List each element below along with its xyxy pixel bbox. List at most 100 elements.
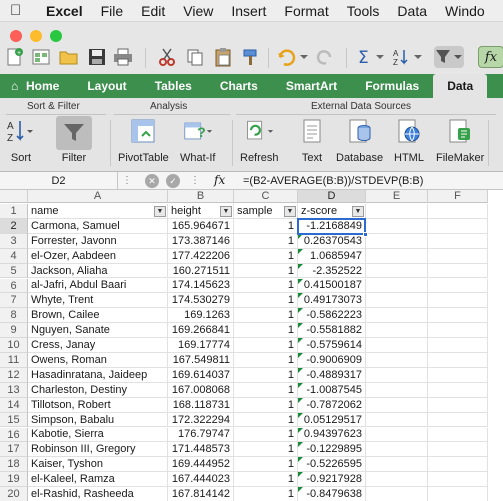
sort-button[interactable]: AZ Sort bbox=[6, 116, 36, 164]
table-cell[interactable]: -0.5759614 bbox=[298, 338, 366, 353]
row-header[interactable]: 8 bbox=[0, 308, 28, 324]
table-cell[interactable]: 1 bbox=[234, 323, 298, 339]
table-cell[interactable]: 1 bbox=[234, 442, 298, 458]
html-button[interactable]: HTML bbox=[394, 116, 424, 164]
table-cell[interactable]: Whyte, Trent bbox=[28, 293, 168, 309]
table-cell[interactable]: 1 bbox=[234, 293, 298, 309]
menu-data[interactable]: Data bbox=[397, 3, 427, 19]
table-cell[interactable]: 169.17774 bbox=[168, 338, 234, 353]
table-cell[interactable]: 174.530279 bbox=[168, 293, 234, 309]
menu-tools[interactable]: Tools bbox=[347, 3, 380, 19]
row-header[interactable]: 5 bbox=[0, 263, 28, 279]
table-cell[interactable] bbox=[366, 353, 428, 368]
table-cell[interactable]: 1 bbox=[234, 472, 298, 488]
table-cell[interactable]: 1 bbox=[234, 487, 298, 501]
table-cell[interactable] bbox=[428, 397, 488, 413]
table-cell[interactable]: 1 bbox=[234, 278, 298, 294]
table-cell[interactable]: 173.387146 bbox=[168, 233, 234, 249]
table-cell[interactable] bbox=[366, 308, 428, 324]
autofilter-dropdown-icon[interactable]: ▼ bbox=[352, 206, 364, 217]
table-cell[interactable] bbox=[428, 367, 488, 383]
table-cell[interactable]: -1.2168849 bbox=[298, 218, 366, 234]
table-cell[interactable] bbox=[428, 382, 488, 398]
fill-handle[interactable] bbox=[363, 231, 368, 237]
table-cell[interactable]: 167.444023 bbox=[168, 472, 234, 488]
database-button[interactable]: Database bbox=[336, 116, 383, 164]
column-header-e[interactable]: E bbox=[366, 190, 428, 203]
table-cell[interactable] bbox=[428, 278, 488, 294]
header-cell[interactable]: z-score ▼ bbox=[298, 204, 366, 219]
table-cell[interactable]: 174.145623 bbox=[168, 278, 234, 294]
table-cell[interactable] bbox=[428, 353, 488, 368]
cut-icon[interactable] bbox=[156, 46, 178, 68]
tab-smartart[interactable]: SmartArt bbox=[272, 74, 351, 98]
save-icon[interactable] bbox=[86, 46, 108, 68]
table-cell[interactable]: 1 bbox=[234, 397, 298, 413]
table-cell[interactable]: Tillotson, Robert bbox=[28, 397, 168, 413]
table-cell[interactable]: -0.1229895 bbox=[298, 442, 366, 458]
table-cell[interactable]: -0.4889317 bbox=[298, 367, 366, 383]
table-cell[interactable]: 1 bbox=[234, 248, 298, 264]
table-cell[interactable]: 160.271511 bbox=[168, 263, 234, 279]
row-header[interactable]: 6 bbox=[0, 278, 28, 294]
table-cell[interactable]: 1.0685947 bbox=[298, 248, 366, 264]
table-cell[interactable]: 168.118731 bbox=[168, 397, 234, 413]
table-cell[interactable] bbox=[366, 457, 428, 473]
table-cell[interactable]: el-Ozer, Aabdeen bbox=[28, 248, 168, 264]
table-cell[interactable] bbox=[366, 367, 428, 383]
table-cell[interactable]: 1 bbox=[234, 382, 298, 398]
insert-function-button[interactable]: fx bbox=[214, 173, 225, 187]
menu-edit[interactable]: Edit bbox=[141, 3, 165, 19]
table-cell[interactable]: Cress, Janay bbox=[28, 338, 168, 353]
menu-view[interactable]: View bbox=[183, 3, 213, 19]
select-all-corner[interactable] bbox=[0, 190, 28, 203]
table-cell[interactable]: -1.0087545 bbox=[298, 382, 366, 398]
text-import-button[interactable]: Text bbox=[297, 116, 327, 164]
table-cell[interactable] bbox=[428, 487, 488, 501]
table-cell[interactable]: 1 bbox=[234, 353, 298, 368]
table-cell[interactable] bbox=[428, 412, 488, 428]
tab-data[interactable]: Data bbox=[433, 74, 488, 98]
table-cell[interactable]: Kabotie, Sierra bbox=[28, 427, 168, 443]
table-cell[interactable] bbox=[366, 397, 428, 413]
minimize-window-button[interactable] bbox=[30, 30, 42, 42]
table-cell[interactable] bbox=[366, 278, 428, 294]
column-header-d[interactable]: D bbox=[298, 190, 366, 203]
menu-window[interactable]: Windo bbox=[445, 3, 485, 19]
row-header[interactable]: 13 bbox=[0, 382, 28, 398]
row-header[interactable]: 2 bbox=[0, 218, 28, 234]
table-cell[interactable]: el-Rashid, Rasheeda bbox=[28, 487, 168, 501]
row-header[interactable]: 1 bbox=[0, 204, 28, 219]
table-cell[interactable] bbox=[366, 263, 428, 279]
table-cell[interactable]: 1 bbox=[234, 367, 298, 383]
table-cell[interactable]: 165.964671 bbox=[168, 218, 234, 234]
row-header[interactable]: 4 bbox=[0, 248, 28, 264]
table-cell[interactable]: 177.422206 bbox=[168, 248, 234, 264]
header-cell[interactable] bbox=[366, 204, 428, 219]
table-cell[interactable]: Hasadinratana, Jaideep bbox=[28, 367, 168, 383]
table-cell[interactable]: 1 bbox=[234, 412, 298, 428]
menu-format[interactable]: Format bbox=[284, 3, 328, 19]
cancel-entry-button[interactable]: ✕ bbox=[145, 174, 159, 188]
tab-formulas[interactable]: Formulas bbox=[351, 74, 433, 98]
pivottable-button[interactable]: PivotTable bbox=[118, 116, 169, 164]
table-cell[interactable]: Owens, Roman bbox=[28, 353, 168, 368]
table-cell[interactable]: 169.614037 bbox=[168, 367, 234, 383]
row-header[interactable]: 14 bbox=[0, 397, 28, 413]
table-cell[interactable]: 169.1263 bbox=[168, 308, 234, 324]
table-cell[interactable]: 171.448573 bbox=[168, 442, 234, 458]
autofilter-dropdown-icon[interactable]: ▼ bbox=[154, 206, 166, 217]
table-cell[interactable]: 1 bbox=[234, 218, 298, 234]
template-icon[interactable] bbox=[30, 46, 52, 68]
autofilter-dropdown-icon[interactable]: ▼ bbox=[284, 206, 296, 217]
table-cell[interactable]: -0.8479638 bbox=[298, 487, 366, 501]
table-cell[interactable]: Jackson, Aliaha bbox=[28, 263, 168, 279]
row-header[interactable]: 19 bbox=[0, 472, 28, 488]
row-header[interactable]: 16 bbox=[0, 427, 28, 443]
close-window-button[interactable] bbox=[10, 30, 22, 42]
table-cell[interactable]: 167.814142 bbox=[168, 487, 234, 501]
table-cell[interactable] bbox=[366, 442, 428, 458]
menu-insert[interactable]: Insert bbox=[231, 3, 266, 19]
row-header[interactable]: 3 bbox=[0, 233, 28, 249]
table-cell[interactable] bbox=[366, 472, 428, 488]
